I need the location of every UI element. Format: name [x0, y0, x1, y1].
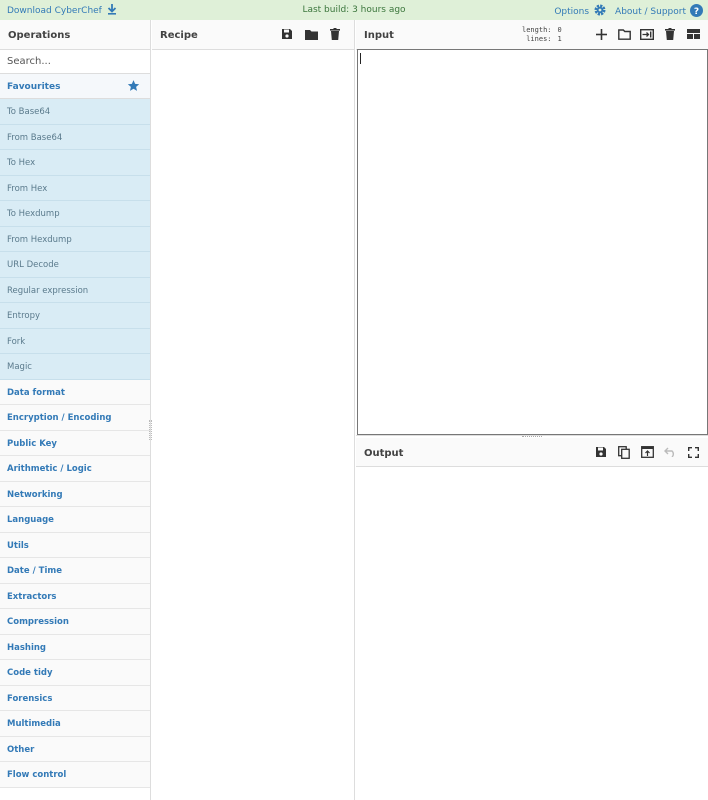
fullscreen-icon — [687, 446, 699, 458]
recipe-header: Recipe — [152, 20, 354, 50]
favourite-item[interactable]: From Hexdump — [0, 226, 150, 252]
category-date-time[interactable]: Date / Time — [0, 558, 150, 584]
category-extractors[interactable]: Extractors — [0, 583, 150, 609]
favourite-item[interactable]: To Hexdump — [0, 201, 150, 227]
copy-output-button[interactable] — [617, 445, 631, 459]
input-header: Input length: 0 lines: 1 — [356, 20, 708, 50]
category-multimedia[interactable]: Multimedia — [0, 711, 150, 737]
favourite-item[interactable]: Magic — [0, 354, 150, 380]
svg-text:?: ? — [694, 7, 699, 17]
recipe-pane: Recipe — [152, 20, 355, 800]
output-header: Output — [356, 438, 708, 467]
input-icon — [640, 28, 654, 40]
copy-icon — [618, 445, 630, 459]
search-input[interactable]: Search... — [0, 50, 150, 74]
category-code-tidy[interactable]: Code tidy — [0, 660, 150, 686]
load-recipe-button[interactable] — [304, 27, 318, 41]
favourite-item[interactable]: Fork — [0, 328, 150, 354]
category-public-key[interactable]: Public Key — [0, 430, 150, 456]
plus-icon — [595, 28, 607, 40]
open-folder-button[interactable] — [617, 27, 631, 41]
operations-pane: Operations Search... Favourites To Base6… — [0, 20, 151, 800]
favourite-item[interactable]: From Hex — [0, 175, 150, 201]
text-caret — [360, 53, 361, 64]
reset-layout-button[interactable] — [686, 27, 700, 41]
operations-title: Operations — [0, 20, 150, 50]
maximise-output-button[interactable] — [686, 445, 700, 459]
favourite-item[interactable]: To Hex — [0, 150, 150, 176]
category-encryption-encoding[interactable]: Encryption / Encoding — [0, 405, 150, 431]
favourite-item[interactable]: To Base64 — [0, 99, 150, 125]
about-link[interactable]: About / Support ? — [615, 3, 703, 20]
length-label: length: — [522, 26, 552, 34]
options-label: Options — [554, 6, 590, 17]
category-forensics[interactable]: Forensics — [0, 685, 150, 711]
category-hashing[interactable]: Hashing — [0, 634, 150, 660]
category-data-format[interactable]: Data format — [0, 379, 150, 405]
clear-input-button[interactable] — [663, 27, 677, 41]
io-pane: Input length: 0 lines: 1 Output — [356, 20, 708, 800]
replace-input-button[interactable] — [640, 445, 654, 459]
favourites-category[interactable]: Favourites — [0, 74, 150, 99]
folder-open-icon — [617, 28, 631, 40]
favourite-item[interactable]: From Base64 — [0, 124, 150, 150]
help-icon: ? — [690, 3, 703, 20]
input-title: Input — [364, 30, 394, 41]
gear-icon — [593, 3, 607, 20]
undo-button[interactable] — [663, 445, 677, 459]
favourite-item[interactable]: Regular expression — [0, 277, 150, 303]
save-output-button[interactable] — [594, 445, 608, 459]
lines-label: lines: — [526, 35, 552, 43]
recipe-title: Recipe — [160, 30, 198, 41]
about-label: About / Support — [615, 6, 686, 17]
trash-icon — [665, 28, 675, 40]
input-textarea[interactable] — [357, 49, 708, 435]
favourite-item[interactable]: Entropy — [0, 303, 150, 329]
clear-recipe-button[interactable] — [328, 27, 342, 41]
folder-icon — [304, 29, 318, 40]
options-link[interactable]: Options — [554, 3, 607, 20]
trash-icon — [330, 28, 340, 40]
save-recipe-button[interactable] — [280, 27, 294, 41]
category-networking[interactable]: Networking — [0, 481, 150, 507]
save-icon — [282, 29, 292, 39]
category-compression[interactable]: Compression — [0, 609, 150, 635]
output-to-input-icon — [640, 446, 654, 458]
favourite-item[interactable]: URL Decode — [0, 252, 150, 278]
favourites-label: Favourites — [7, 82, 61, 92]
top-bar: Download CyberChef Last build: 3 hours a… — [0, 0, 708, 20]
output-title: Output — [364, 448, 404, 459]
save-icon — [596, 447, 606, 457]
length-value: 0 — [557, 26, 562, 34]
lines-value: 1 — [557, 35, 562, 43]
category-arithmetic-logic[interactable]: Arithmetic / Logic — [0, 456, 150, 482]
undo-icon — [663, 447, 674, 457]
add-input-tab-button[interactable] — [594, 27, 608, 41]
category-flow-control[interactable]: Flow control — [0, 762, 150, 788]
star-icon[interactable] — [127, 79, 140, 95]
layout-icon — [686, 29, 700, 39]
open-file-button[interactable] — [640, 27, 654, 41]
category-utils[interactable]: Utils — [0, 532, 150, 558]
category-language[interactable]: Language — [0, 507, 150, 533]
input-stats: length: 0 lines: 1 — [522, 26, 562, 44]
category-other[interactable]: Other — [0, 736, 150, 762]
